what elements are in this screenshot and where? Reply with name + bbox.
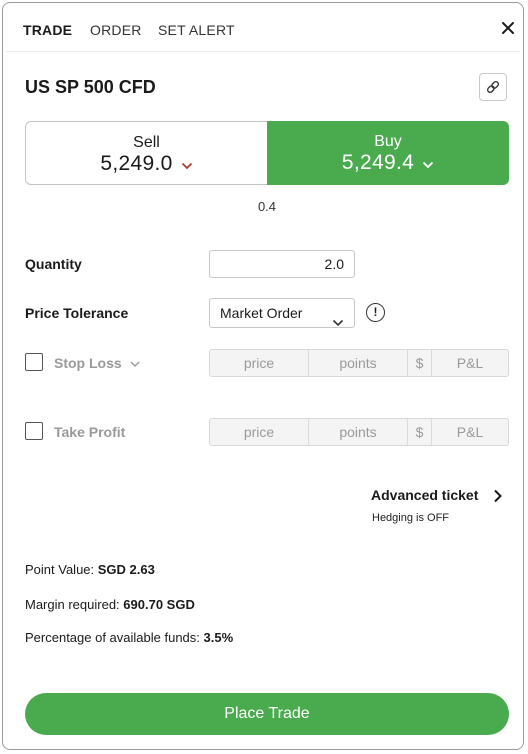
stop-loss-checkbox[interactable] — [25, 353, 43, 371]
tab-set-alert[interactable]: SET ALERT — [158, 22, 235, 38]
stop-loss-pl-input[interactable]: P&L — [432, 350, 508, 376]
buy-price-row: 5,249.4 — [267, 151, 509, 175]
buy-button[interactable]: Buy 5,249.4 — [267, 121, 509, 185]
sell-price-row: 5,249.0 — [26, 152, 267, 176]
link-icon[interactable] — [479, 73, 507, 101]
take-profit-price-input[interactable]: price — [210, 419, 309, 445]
chevron-down-icon — [130, 355, 140, 371]
take-profit-currency: $ — [408, 419, 432, 445]
instrument-title: US SP 500 CFD — [25, 77, 156, 97]
quantity-label: Quantity — [25, 256, 82, 272]
point-value: SGD 2.63 — [97, 562, 155, 577]
chevron-right-icon[interactable] — [493, 489, 503, 508]
take-profit-fields: price points $ P&L — [209, 418, 509, 446]
price-tolerance-select[interactable]: Market Order — [209, 298, 355, 328]
buy-price: 5,249.4 — [341, 151, 415, 174]
trade-panel: TRADE ORDER SET ALERT US SP 500 CFD Sell… — [2, 2, 524, 750]
spread-value: 0.4 — [257, 199, 277, 214]
close-icon[interactable] — [497, 17, 519, 39]
funds-row: Percentage of available funds: 3.5% — [25, 630, 233, 645]
point-value-label: Point Value: — [25, 562, 95, 577]
margin-row: Margin required: 690.70 SGD — [25, 597, 195, 612]
stop-loss-text: Stop Loss — [54, 355, 122, 371]
stop-loss-currency: $ — [408, 350, 432, 376]
chevron-down-icon — [422, 151, 434, 175]
margin-value: 690.70 SGD — [123, 597, 195, 612]
price-tolerance-label: Price Tolerance — [25, 305, 129, 321]
stop-loss-points-input[interactable]: points — [309, 350, 408, 376]
buy-label: Buy — [374, 133, 402, 150]
funds-label: Percentage of available funds: — [25, 630, 200, 645]
take-profit-label[interactable]: Take Profit — [54, 424, 125, 440]
header-divider — [6, 51, 520, 52]
point-value-row: Point Value: SGD 2.63 — [25, 562, 155, 577]
sell-price: 5,249.0 — [100, 152, 173, 175]
stop-loss-price-input[interactable]: price — [210, 350, 309, 376]
advanced-ticket-link[interactable]: Advanced ticket — [371, 487, 478, 503]
chevron-down-icon — [181, 152, 193, 176]
quantity-input[interactable]: 2.0 — [209, 250, 355, 278]
take-profit-points-input[interactable]: points — [309, 419, 408, 445]
sell-button[interactable]: Sell 5,249.0 — [25, 121, 267, 185]
info-icon[interactable]: ! — [366, 303, 385, 322]
take-profit-pl-input[interactable]: P&L — [432, 419, 508, 445]
place-trade-button[interactable]: Place Trade — [25, 693, 509, 735]
stop-loss-label[interactable]: Stop Loss — [54, 355, 140, 371]
funds-value: 3.5% — [203, 630, 234, 645]
hedging-status: Hedging is OFF — [372, 512, 450, 524]
margin-label: Margin required: — [25, 597, 120, 612]
tab-order[interactable]: ORDER — [90, 22, 142, 38]
take-profit-checkbox[interactable] — [25, 422, 43, 440]
stop-loss-fields: price points $ P&L — [209, 349, 509, 377]
sell-label: Sell — [133, 134, 160, 151]
price-tolerance-value: Market Order — [220, 305, 303, 321]
tab-trade[interactable]: TRADE — [23, 22, 72, 38]
chevron-down-icon — [332, 308, 344, 336]
